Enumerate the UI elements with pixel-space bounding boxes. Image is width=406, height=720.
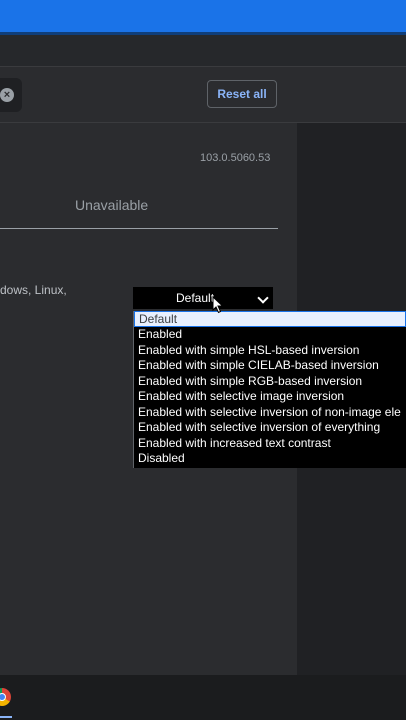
option-enabled[interactable]: Enabled <box>134 327 406 343</box>
clear-icon[interactable]: × <box>0 88 14 102</box>
tab-underline <box>0 228 278 229</box>
flag-select[interactable]: Default <box>133 287 273 309</box>
option-text-contrast[interactable]: Enabled with increased text contrast <box>134 436 406 452</box>
option-selective-everything[interactable]: Enabled with selective inversion of ever… <box>134 420 406 436</box>
option-hsl[interactable]: Enabled with simple HSL-based inversion <box>134 343 406 359</box>
option-cielab[interactable]: Enabled with simple CIELAB-based inversi… <box>134 358 406 374</box>
flag-options-list[interactable]: Default Enabled Enabled with simple HSL-… <box>133 311 406 468</box>
chevron-down-icon <box>257 292 269 304</box>
reset-all-button[interactable]: Reset all <box>207 80 277 108</box>
option-rgb[interactable]: Enabled with simple RGB-based inversion <box>134 374 406 390</box>
flag-description: dows, Linux, <box>0 283 67 297</box>
option-selective-image[interactable]: Enabled with selective image inversion <box>134 389 406 405</box>
option-default[interactable]: Default <box>134 311 406 327</box>
taskbar <box>0 675 406 720</box>
cursor-icon <box>212 296 224 314</box>
version-label: 103.0.5060.53 <box>200 152 271 164</box>
tab-strip <box>0 35 406 66</box>
option-disabled[interactable]: Disabled <box>134 451 406 467</box>
active-app-indicator <box>0 716 12 718</box>
tab-unavailable[interactable]: Unavailable <box>75 197 148 213</box>
flag-select-value: Default <box>176 291 215 305</box>
browser-top-bar <box>0 0 406 34</box>
option-selective-non-image[interactable]: Enabled with selective inversion of non-… <box>134 405 406 421</box>
flags-header <box>0 66 406 123</box>
